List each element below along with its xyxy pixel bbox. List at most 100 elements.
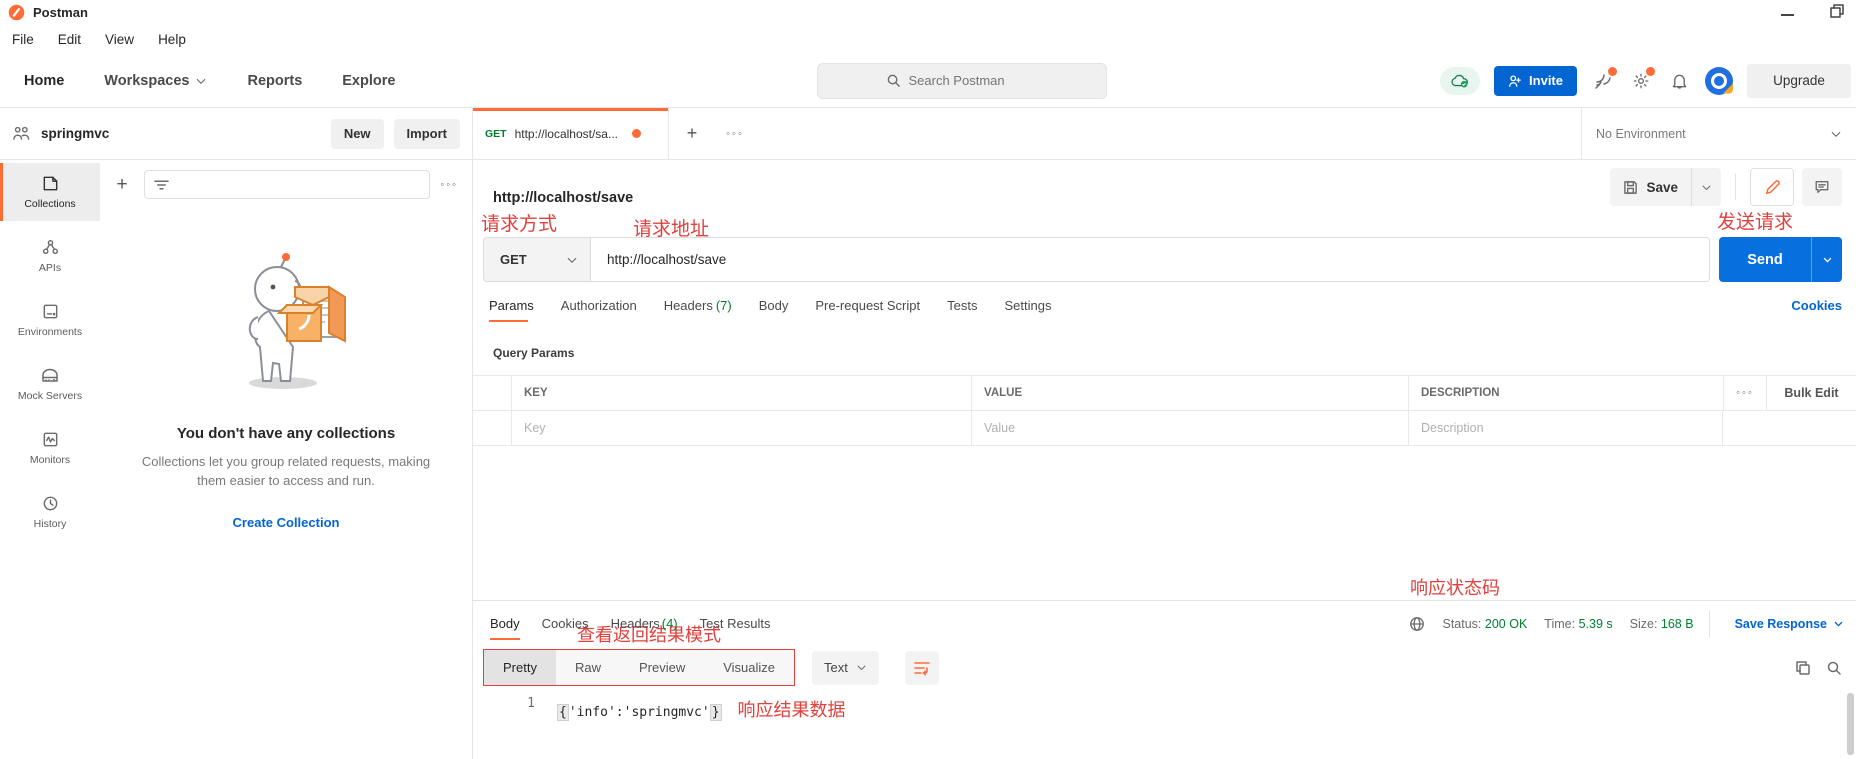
search-response-icon[interactable] bbox=[1826, 660, 1842, 676]
cookies-link[interactable]: Cookies bbox=[1791, 298, 1842, 313]
minimize-icon[interactable] bbox=[1781, 14, 1794, 16]
menu-edit[interactable]: Edit bbox=[58, 32, 81, 47]
filter-input[interactable] bbox=[169, 177, 421, 192]
send-button[interactable]: Send bbox=[1719, 237, 1811, 282]
response-tab-cookies[interactable]: Cookies bbox=[542, 603, 589, 644]
nav-reports[interactable]: Reports bbox=[247, 73, 302, 89]
edit-request-button[interactable] bbox=[1750, 168, 1794, 206]
chevron-down-icon bbox=[1823, 257, 1831, 263]
app-title: Postman bbox=[33, 4, 88, 20]
description-input[interactable]: Description bbox=[1408, 411, 1723, 445]
annotation-send-request: 发送请求 bbox=[1717, 211, 1794, 233]
create-collection-link[interactable]: Create Collection bbox=[233, 515, 340, 530]
wrap-text-button[interactable] bbox=[904, 650, 939, 685]
comment-button[interactable] bbox=[1802, 168, 1842, 206]
panel-more-icon[interactable]: ◦◦◦ bbox=[440, 179, 458, 191]
save-button[interactable]: Save bbox=[1610, 168, 1691, 206]
method-dropdown[interactable]: GET bbox=[484, 238, 591, 281]
mode-preview[interactable]: Preview bbox=[620, 650, 704, 685]
environment-selector[interactable]: No Environment bbox=[1581, 108, 1856, 159]
invite-button[interactable]: Invite bbox=[1494, 65, 1577, 96]
mode-raw[interactable]: Raw bbox=[556, 650, 620, 685]
upgrade-button[interactable]: Upgrade bbox=[1747, 63, 1851, 98]
sidebar-item-history[interactable]: History bbox=[0, 483, 100, 541]
workspace-name[interactable]: springmvc bbox=[41, 126, 321, 141]
settings-button[interactable] bbox=[1629, 66, 1655, 93]
sidebar-item-environments[interactable]: Environments bbox=[0, 291, 100, 349]
tab-options-icon[interactable]: ◦◦◦ bbox=[715, 108, 755, 159]
response-tab-test-results[interactable]: Test Results bbox=[700, 603, 771, 644]
copy-icon[interactable] bbox=[1795, 660, 1811, 676]
notification-dot bbox=[1608, 66, 1617, 76]
environment-value: No Environment bbox=[1596, 126, 1686, 141]
titlebar: Postman bbox=[0, 0, 1856, 24]
new-tab-button[interactable]: + bbox=[669, 108, 715, 159]
tab-title: http://localhost/sa... bbox=[514, 126, 618, 141]
annotation-request-method: 请求方式 bbox=[481, 213, 558, 235]
whats-new-button[interactable] bbox=[1591, 66, 1617, 93]
tab-pre-request-script[interactable]: Pre-request Script bbox=[815, 298, 920, 322]
search-box[interactable] bbox=[817, 62, 1107, 99]
mode-visualize[interactable]: Visualize bbox=[704, 650, 794, 685]
globe-icon[interactable] bbox=[1409, 616, 1425, 632]
params-more-icon[interactable]: ◦◦◦ bbox=[1723, 376, 1766, 410]
workspace-people-icon bbox=[13, 126, 30, 140]
sync-status-button[interactable] bbox=[1440, 66, 1481, 95]
url-input[interactable] bbox=[591, 252, 1709, 267]
tab-settings[interactable]: Settings bbox=[1004, 298, 1051, 322]
new-button[interactable]: New bbox=[330, 118, 384, 149]
request-tab[interactable]: GET http://localhost/sa... bbox=[473, 108, 669, 159]
avatar[interactable] bbox=[1705, 66, 1733, 95]
menu-help[interactable]: Help bbox=[158, 32, 186, 47]
filter-box[interactable] bbox=[144, 170, 431, 199]
search-input[interactable] bbox=[908, 73, 1039, 88]
send-options-button[interactable] bbox=[1811, 237, 1842, 282]
mode-pretty[interactable]: Pretty bbox=[484, 650, 556, 685]
empty-collections-state: You don't have any collections Collectio… bbox=[100, 251, 472, 532]
table-row: Key Value Description bbox=[473, 411, 1856, 446]
save-options-button[interactable] bbox=[1691, 168, 1721, 206]
save-response-button[interactable]: Save Response bbox=[1735, 617, 1844, 631]
tab-body[interactable]: Body bbox=[759, 298, 789, 322]
chevron-down-icon bbox=[567, 257, 577, 263]
notifications-button[interactable] bbox=[1667, 69, 1691, 93]
chevron-down-icon bbox=[857, 665, 866, 671]
menu-file[interactable]: File bbox=[12, 32, 34, 47]
empty-collections-illustration bbox=[248, 253, 346, 389]
bulk-edit-button[interactable]: Bulk Edit bbox=[1766, 376, 1856, 410]
restore-window-icon[interactable] bbox=[1830, 4, 1844, 18]
response-scrollbar[interactable] bbox=[1847, 693, 1854, 755]
request-tab-strip: GET http://localhost/sa... + ◦◦◦ No Envi… bbox=[473, 108, 1856, 160]
chevron-down-icon bbox=[197, 78, 206, 84]
tab-headers[interactable]: Headers (7) bbox=[664, 298, 732, 322]
invite-person-icon bbox=[1509, 74, 1521, 87]
tab-tests[interactable]: Tests bbox=[947, 298, 977, 322]
value-input[interactable]: Value bbox=[971, 411, 1408, 445]
sidebar-item-mock-servers[interactable]: Mock Servers bbox=[0, 355, 100, 413]
response-tab-body[interactable]: Body bbox=[490, 603, 520, 644]
key-input[interactable]: Key bbox=[511, 411, 971, 445]
nav-home[interactable]: Home bbox=[24, 73, 64, 89]
environments-icon bbox=[43, 304, 57, 319]
import-button[interactable]: Import bbox=[393, 118, 460, 149]
tab-authorization[interactable]: Authorization bbox=[561, 298, 637, 322]
nav-explore[interactable]: Explore bbox=[342, 73, 395, 89]
pencil-icon bbox=[1765, 179, 1780, 194]
search-icon bbox=[887, 74, 900, 87]
tab-params[interactable]: Params bbox=[489, 298, 534, 322]
menu-view[interactable]: View bbox=[105, 32, 134, 47]
add-collection-button[interactable]: + bbox=[110, 174, 134, 196]
sidebar-item-collections[interactable]: Collections bbox=[0, 163, 100, 221]
response-tab-headers[interactable]: Headers (4) bbox=[611, 603, 678, 644]
empty-state-title: You don't have any collections bbox=[176, 425, 396, 442]
request-tabs: Params Authorization Headers (7) Body Pre… bbox=[473, 298, 1856, 333]
nav-workspaces[interactable]: Workspaces bbox=[104, 73, 207, 89]
select-all-cell[interactable] bbox=[473, 376, 511, 410]
sidebar-item-apis[interactable]: APIs bbox=[0, 227, 100, 285]
format-dropdown[interactable]: Text bbox=[812, 650, 879, 685]
filter-icon bbox=[154, 180, 169, 189]
response-panel: Body Cookies Headers (4) Test Results Sta… bbox=[473, 600, 1856, 759]
menubar: File Edit View Help bbox=[0, 24, 1856, 54]
response-body[interactable]: 1 {'info':'springmvc'} 响应结果数据 bbox=[473, 696, 1856, 722]
sidebar-item-monitors[interactable]: Monitors bbox=[0, 419, 100, 477]
